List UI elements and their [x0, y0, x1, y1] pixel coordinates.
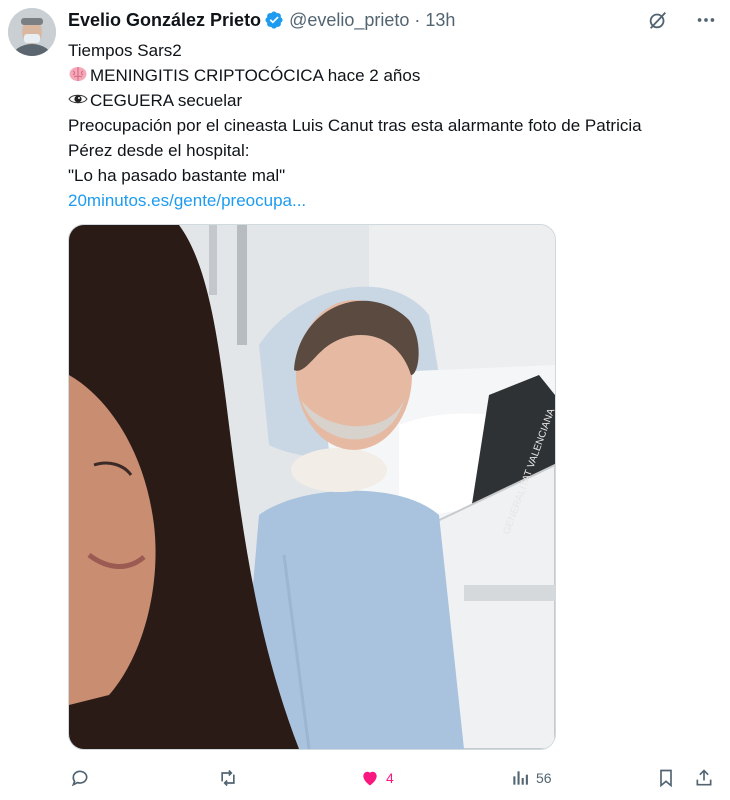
- retweet-button[interactable]: [218, 764, 244, 792]
- timestamp[interactable]: 13h: [425, 10, 455, 31]
- tweet-photo[interactable]: GENERALITAT VALENCIANA: [68, 224, 556, 750]
- avatar[interactable]: [8, 8, 56, 56]
- tweet-line-text: MENINGITIS CRIPTOCÓCICA hace 2 años: [90, 66, 421, 85]
- display-name[interactable]: Evelio González Prieto: [68, 10, 261, 31]
- tweet-line: Preocupación por el cineasta Luis Canut …: [68, 116, 642, 135]
- tweet-text: Tiempos Sars2 MENINGITIS CRIPTOCÓCICA ha…: [68, 38, 708, 213]
- grok-icon[interactable]: [646, 8, 670, 32]
- eye-icon: [68, 89, 88, 109]
- separator-dot: ·: [414, 9, 421, 30]
- like-count: 4: [386, 770, 394, 786]
- reply-button[interactable]: [70, 764, 96, 792]
- tweet-line: Tiempos Sars2: [68, 41, 182, 60]
- retweet-icon: [221, 769, 235, 787]
- top-icons: [646, 8, 718, 32]
- tweet-actions: 4 56: [68, 764, 718, 792]
- tweet-line: MENINGITIS CRIPTOCÓCICA hace 2 años: [68, 63, 708, 88]
- tweet-line: "Lo ha pasado bastante mal": [68, 166, 286, 185]
- views-count: 56: [536, 770, 552, 786]
- tweet-line: 20minutos.es/gente/preocupa...: [68, 188, 708, 213]
- user-handle[interactable]: @evelio_prieto: [289, 10, 409, 31]
- more-options-icon[interactable]: [694, 8, 718, 32]
- tweet-header: Evelio González Prieto @evelio_prieto · …: [68, 9, 455, 31]
- reply-icon: [71, 770, 88, 787]
- heart-icon: [363, 771, 377, 786]
- bookmark-icon: [660, 769, 672, 788]
- like-button[interactable]: 4: [360, 764, 394, 792]
- tweet-line: CEGUERA secuelar: [68, 88, 708, 113]
- tweet-line-text: CEGUERA secuelar: [90, 91, 243, 110]
- verified-badge-icon: [264, 10, 284, 30]
- views-button[interactable]: 56: [510, 764, 552, 792]
- share-icon: [696, 769, 712, 786]
- tweet-line: Pérez desde el hospital:: [68, 141, 250, 160]
- views-icon: [513, 771, 528, 785]
- article-link[interactable]: 20minutos.es/gente/preocupa...: [68, 191, 306, 210]
- brain-icon: [68, 64, 88, 84]
- share-button[interactable]: [694, 764, 714, 792]
- bookmark-button[interactable]: [656, 764, 676, 792]
